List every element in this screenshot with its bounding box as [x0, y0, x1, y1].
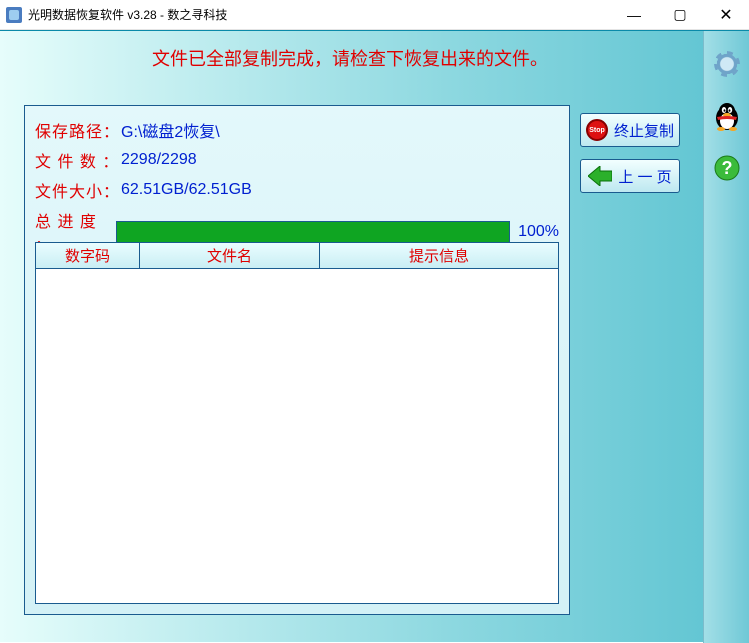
- grid-header: 数字码 文件名 提示信息: [36, 243, 558, 269]
- file-size-value: 62.51GB/62.51GB: [121, 181, 252, 199]
- close-button[interactable]: ✕: [703, 0, 749, 30]
- client-area: 文件已全部复制完成，请检查下恢复出来的文件。 保存路径： G:\磁盘2恢复\ 文…: [0, 30, 749, 642]
- result-grid: 数字码 文件名 提示信息: [35, 242, 559, 604]
- main-panel: 保存路径： G:\磁盘2恢复\ 文 件 数 ： 2298/2298 文件大小： …: [24, 105, 570, 615]
- stop-copy-button[interactable]: Stop 终止复制: [580, 113, 680, 147]
- col-message[interactable]: 提示信息: [320, 243, 558, 268]
- stop-icon: Stop: [586, 119, 608, 141]
- file-size-label: 文件大小：: [35, 178, 121, 202]
- save-path-label: 保存路径：: [35, 118, 121, 142]
- maximize-button[interactable]: ▢: [657, 0, 703, 30]
- stop-copy-label: 终止复制: [614, 120, 674, 141]
- settings-icon[interactable]: [712, 49, 742, 79]
- save-path-value: G:\磁盘2恢复\: [121, 118, 220, 142]
- col-filename[interactable]: 文件名: [140, 243, 320, 268]
- arrow-left-icon: [588, 166, 612, 186]
- qq-icon[interactable]: [712, 101, 742, 131]
- grid-body[interactable]: [36, 269, 558, 603]
- progress-percent: 100%: [518, 223, 559, 241]
- file-count-value: 2298/2298: [121, 151, 197, 169]
- app-icon: [6, 7, 22, 23]
- minimize-button[interactable]: —: [611, 0, 657, 30]
- sidebar: ?: [703, 31, 749, 643]
- progress-bar: [116, 221, 510, 243]
- svg-text:?: ?: [721, 158, 732, 178]
- status-banner: 文件已全部复制完成，请检查下恢复出来的文件。: [0, 45, 700, 71]
- col-code[interactable]: 数字码: [36, 243, 140, 268]
- progress-fill: [117, 222, 509, 242]
- window-title: 光明数据恢复软件 v3.28 - 数之寻科技: [28, 6, 227, 23]
- file-count-label: 文 件 数 ：: [35, 148, 121, 172]
- titlebar: 光明数据恢复软件 v3.28 - 数之寻科技 — ▢ ✕: [0, 0, 749, 30]
- prev-page-label: 上 一 页: [618, 166, 671, 187]
- prev-page-button[interactable]: 上 一 页: [580, 159, 680, 193]
- help-icon[interactable]: ?: [712, 153, 742, 183]
